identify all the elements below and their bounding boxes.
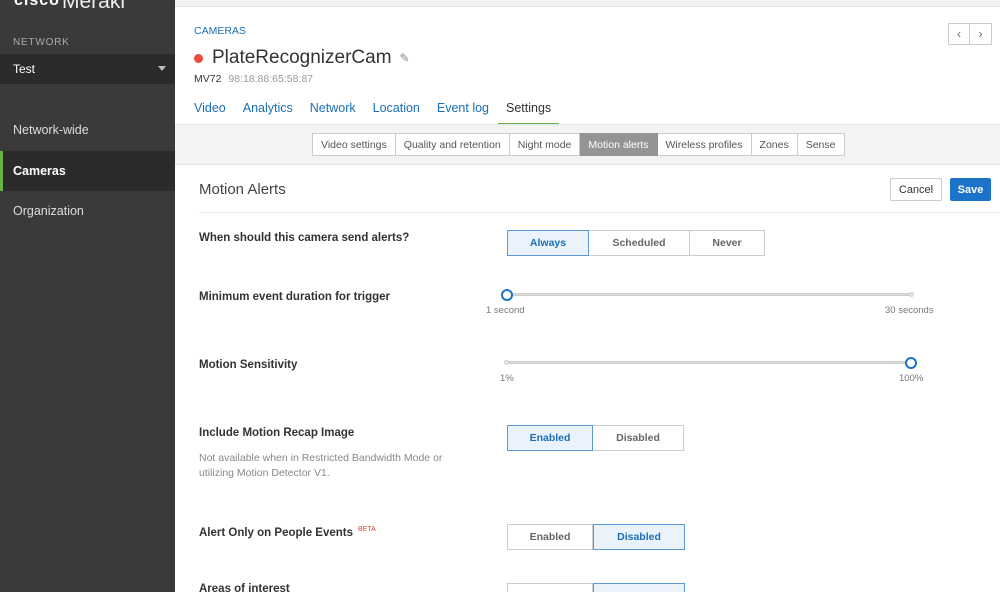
send-alerts-scheduled-button[interactable]: Scheduled [589,230,690,256]
caret-down-icon [158,66,166,71]
areas-disabled-button[interactable] [593,583,685,592]
tab-analytics[interactable]: Analytics [243,101,293,125]
people-events-toggle: Enabled Disabled [507,524,685,550]
sidebar-item-network-wide[interactable]: Network-wide [0,110,175,150]
camera-mac: 98:18:88:65:58:87 [228,73,314,85]
recap-image-note: Not available when in Restricted Bandwid… [199,452,443,479]
subnav-sense[interactable]: Sense [797,133,845,156]
sidebar-item-label: Organization [13,204,84,218]
subnav-wireless-profiles[interactable]: Wireless profiles [657,133,752,156]
top-strip [175,0,1000,7]
sidebar-item-organization[interactable]: Organization [0,191,175,231]
tab-location[interactable]: Location [373,101,420,125]
status-dot [194,53,203,63]
recap-image-enabled-button[interactable]: Enabled [507,425,593,451]
camera-model: MV72 [194,73,222,85]
min-duration-max-label: 30 seconds [885,305,934,316]
meraki-logo: Meraki [62,0,126,13]
settings-subnav: Video settings Quality and retention Nig… [312,133,845,156]
send-alerts-never-button[interactable]: Never [690,230,765,256]
brand-logo[interactable]: cisco Meraki [0,0,175,18]
send-alerts-toggle: Always Scheduled Never [507,230,765,256]
network-selector[interactable]: Test [0,54,175,84]
save-button[interactable]: Save [950,178,991,201]
cancel-button[interactable]: Cancel [890,178,942,201]
sidebar-item-label: Cameras [13,164,66,178]
sidebar-item-label: Network-wide [13,123,89,137]
people-events-label: Alert Only on People Events BETA [199,526,376,539]
sensitivity-slider-track[interactable] [506,361,914,364]
sensitivity-slider-handle[interactable] [905,357,917,369]
areas-enabled-button[interactable] [507,583,593,592]
subnav-zones[interactable]: Zones [751,133,798,156]
tab-network[interactable]: Network [310,101,356,125]
camera-meta: MV72 98:18:88:65:58:87 [194,73,313,85]
sensitivity-label: Motion Sensitivity [199,359,298,371]
send-alerts-always-button[interactable]: Always [507,230,589,256]
camera-pager: ‹ › [948,23,992,45]
chevron-left-icon[interactable]: ‹ [948,23,970,45]
sidebar-item-cameras[interactable]: Cameras [0,151,175,191]
sidebar: cisco Meraki NETWORK Test Network-wide C… [0,0,175,592]
recap-image-label: Include Motion Recap Image [199,427,355,439]
people-events-enabled-button[interactable]: Enabled [507,524,593,550]
settings-subnav-bar: Video settings Quality and retention Nig… [175,124,1000,165]
breadcrumb[interactable]: CAMERAS [194,25,246,37]
camera-name: PlateRecognizerCam [212,47,392,68]
cisco-logo: cisco [14,0,60,9]
subnav-video-settings[interactable]: Video settings [312,133,396,156]
tab-video[interactable]: Video [194,101,226,125]
areas-of-interest-label: Areas of interest [199,583,290,592]
tab-settings[interactable]: Settings [498,101,560,125]
min-duration-slider-handle[interactable] [501,289,513,301]
people-events-label-text: Alert Only on People Events [199,526,354,539]
subnav-motion-alerts[interactable]: Motion alerts [580,133,658,156]
main-content: CAMERAS ‹ › PlateRecognizerCam ✎ MV72 98… [175,0,1000,592]
divider [199,212,1000,213]
network-selector-value: Test [13,62,36,76]
areas-of-interest-toggle [507,583,685,592]
chevron-right-icon[interactable]: › [970,23,992,45]
people-events-disabled-button[interactable]: Disabled [593,524,685,550]
tab-event-log[interactable]: Event log [437,101,489,125]
min-duration-min-label: 1 second [486,305,525,316]
min-duration-slider-end [909,292,914,297]
min-duration-slider-track[interactable] [506,293,914,296]
camera-tabs: Video Analytics Network Location Event l… [194,101,576,125]
beta-badge: BETA [358,526,376,533]
sensitivity-min-label: 1% [500,373,514,384]
section-title: Motion Alerts [199,181,286,198]
sensitivity-slider-start [504,360,509,365]
min-duration-label: Minimum event duration for trigger [199,291,391,303]
camera-title: PlateRecognizerCam ✎ [194,47,410,69]
recap-image-toggle: Enabled Disabled [507,425,684,451]
recap-image-disabled-button[interactable]: Disabled [593,425,684,451]
subnav-night-mode[interactable]: Night mode [509,133,581,156]
pencil-icon[interactable]: ✎ [400,51,410,65]
send-alerts-label: When should this camera send alerts? [199,232,410,244]
network-label: NETWORK [13,37,70,48]
sensitivity-max-label: 100% [899,373,924,384]
subnav-quality-retention[interactable]: Quality and retention [395,133,510,156]
